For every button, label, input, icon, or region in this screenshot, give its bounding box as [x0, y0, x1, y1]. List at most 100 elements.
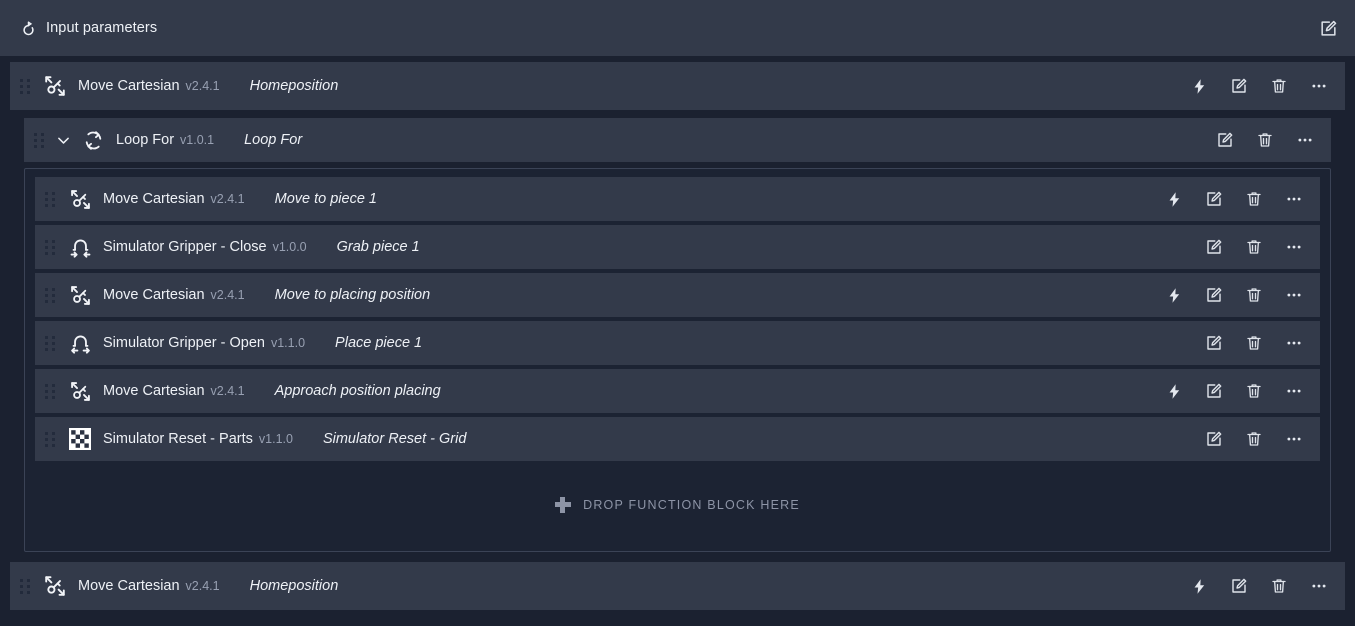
trash-icon[interactable]: [1234, 376, 1274, 406]
block-version: v2.4.1: [210, 384, 245, 398]
row-actions: [1154, 424, 1320, 454]
row-actions: [1205, 125, 1331, 155]
block-version: v1.1.0: [270, 336, 306, 350]
more-icon[interactable]: [1285, 125, 1325, 155]
block-row[interactable]: Move Cartesian v2.4.1 Move to placing po…: [35, 273, 1320, 317]
trash-icon[interactable]: [1259, 71, 1299, 101]
drag-handle[interactable]: [43, 430, 57, 448]
row-actions: [1179, 571, 1345, 601]
move-cartesian-icon: [67, 282, 93, 308]
program-stack: Move Cartesian v2.4.1 Homeposition Loop …: [0, 58, 1355, 626]
more-icon[interactable]: [1274, 424, 1314, 454]
edit-icon[interactable]: [1194, 424, 1234, 454]
power-reset-icon: [18, 18, 38, 38]
plus-icon: [555, 497, 572, 513]
drag-handle[interactable]: [32, 131, 46, 149]
block-version: v2.4.1: [210, 192, 245, 206]
trash-icon[interactable]: [1234, 232, 1274, 262]
drag-handle[interactable]: [43, 286, 57, 304]
block-row[interactable]: Simulator Gripper - Close v1.0.0 Grab pi…: [35, 225, 1320, 269]
run-placeholder: [1154, 232, 1194, 262]
more-icon[interactable]: [1274, 232, 1314, 262]
move-cartesian-icon: [42, 573, 68, 599]
block-label: Homeposition: [249, 578, 339, 594]
loop-children-container: Move Cartesian v2.4.1 Move to piece 1 Si…: [24, 168, 1331, 552]
edit-icon[interactable]: [1219, 571, 1259, 601]
run-placeholder: [1154, 328, 1194, 358]
block-row[interactable]: Move Cartesian v2.4.1 Approach position …: [35, 369, 1320, 413]
move-cartesian-icon: [67, 378, 93, 404]
edit-icon[interactable]: [1205, 125, 1245, 155]
row-actions: [1154, 280, 1320, 310]
trash-icon[interactable]: [1234, 280, 1274, 310]
block-name: Simulator Gripper - Close: [103, 239, 267, 255]
block-row[interactable]: Simulator Reset - Parts v1.1.0 Simulator…: [35, 417, 1320, 461]
dropzone-label: DROP FUNCTION BLOCK HERE: [583, 498, 800, 512]
edit-icon[interactable]: [1194, 184, 1234, 214]
block-version: v1.0.1: [180, 133, 215, 147]
block-row[interactable]: Move Cartesian v2.4.1 Move to piece 1: [35, 177, 1320, 221]
program-editor: Input parameters Move Cartesian v2.4.1 H…: [0, 0, 1355, 626]
block-label: Simulator Reset - Grid: [322, 431, 467, 447]
block-name: Move Cartesian: [103, 287, 205, 303]
lightning-icon[interactable]: [1179, 571, 1219, 601]
drag-handle[interactable]: [18, 77, 32, 95]
block-row[interactable]: Simulator Gripper - Open v1.1.0 Place pi…: [35, 321, 1320, 365]
bottom-row-wrap: Move Cartesian v2.4.1 Homeposition: [0, 562, 1355, 610]
panel-header: Input parameters: [0, 0, 1355, 58]
trash-icon[interactable]: [1234, 328, 1274, 358]
chevron-down-icon[interactable]: [52, 129, 74, 151]
more-icon[interactable]: [1299, 71, 1339, 101]
more-icon[interactable]: [1299, 571, 1339, 601]
block-label: Move to placing position: [274, 287, 431, 303]
trash-icon[interactable]: [1259, 571, 1299, 601]
loop-header-row[interactable]: Loop For v1.0.1 Loop For: [24, 118, 1331, 162]
block-version: v1.1.0: [258, 432, 293, 446]
lightning-icon[interactable]: [1154, 376, 1194, 406]
drop-function-block-zone[interactable]: DROP FUNCTION BLOCK HERE: [35, 469, 1320, 541]
block-row[interactable]: Move Cartesian v2.4.1 Homeposition: [10, 562, 1345, 610]
row-actions: [1154, 184, 1320, 214]
lightning-icon[interactable]: [1154, 184, 1194, 214]
block-label: Approach position placing: [274, 383, 441, 399]
run-placeholder: [1154, 424, 1194, 454]
drag-handle[interactable]: [43, 238, 57, 256]
more-icon[interactable]: [1274, 280, 1314, 310]
edit-icon[interactable]: [1194, 328, 1234, 358]
edit-icon[interactable]: [1219, 71, 1259, 101]
row-actions: [1179, 71, 1345, 101]
drag-handle[interactable]: [18, 577, 32, 595]
block-row[interactable]: Move Cartesian v2.4.1 Homeposition: [10, 62, 1345, 110]
lightning-icon[interactable]: [1179, 71, 1219, 101]
block-name: Move Cartesian: [103, 383, 205, 399]
block-version: v2.4.1: [185, 579, 220, 593]
more-icon[interactable]: [1274, 376, 1314, 406]
trash-icon[interactable]: [1234, 184, 1274, 214]
block-label: Place piece 1: [335, 335, 423, 351]
block-name: Move Cartesian: [103, 191, 205, 207]
more-icon[interactable]: [1274, 184, 1314, 214]
drag-handle[interactable]: [43, 334, 57, 352]
drag-handle[interactable]: [43, 382, 57, 400]
lightning-icon[interactable]: [1154, 280, 1194, 310]
block-name: Simulator Reset - Parts: [103, 431, 253, 447]
row-actions: [1154, 232, 1320, 262]
drag-handle[interactable]: [43, 190, 57, 208]
block-name: Move Cartesian: [78, 578, 180, 594]
block-version: v2.4.1: [210, 288, 245, 302]
move-cartesian-icon: [67, 186, 93, 212]
block-label: Homeposition: [249, 78, 339, 94]
loop-icon: [80, 127, 106, 153]
gripper-open-icon: [67, 330, 93, 356]
block-name: Move Cartesian: [78, 78, 180, 94]
trash-icon[interactable]: [1234, 424, 1274, 454]
block-name: Simulator Gripper - Open: [103, 335, 265, 351]
edit-icon[interactable]: [1315, 15, 1341, 41]
gripper-close-icon: [67, 234, 93, 260]
edit-icon[interactable]: [1194, 280, 1234, 310]
edit-icon[interactable]: [1194, 376, 1234, 406]
block-version: v2.4.1: [185, 79, 220, 93]
trash-icon[interactable]: [1245, 125, 1285, 155]
more-icon[interactable]: [1274, 328, 1314, 358]
edit-icon[interactable]: [1194, 232, 1234, 262]
